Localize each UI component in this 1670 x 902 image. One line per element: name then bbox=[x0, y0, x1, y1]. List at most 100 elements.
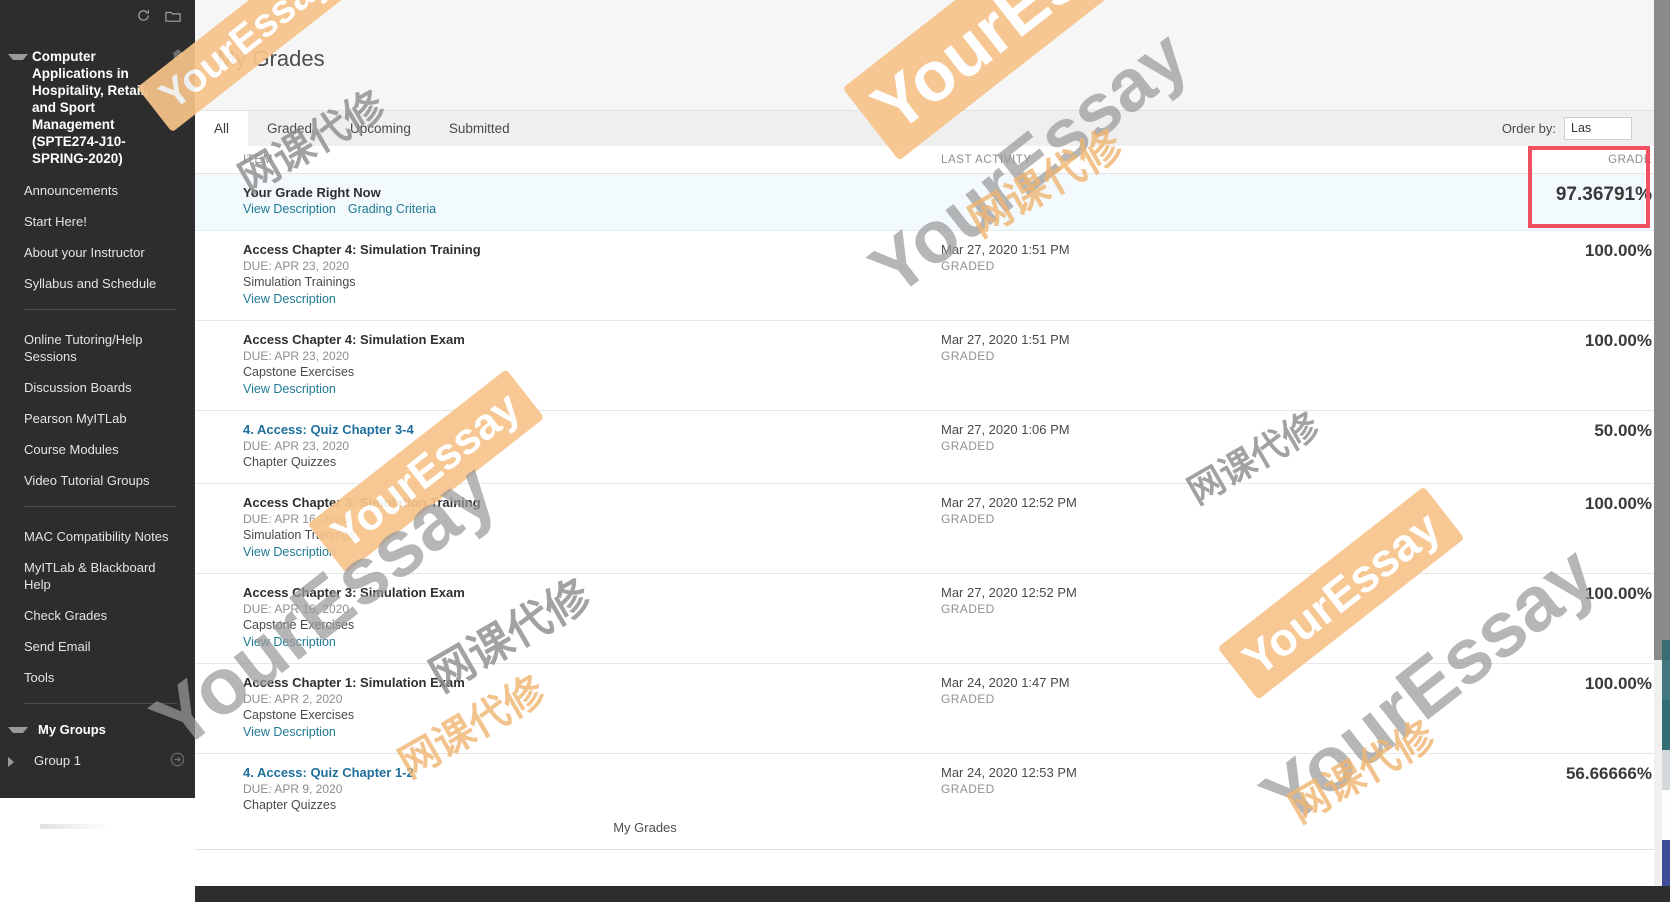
column-header-last-activity: LAST ACTIVITY bbox=[941, 153, 1032, 166]
course-title: Computer Applications in Hospitality, Re… bbox=[32, 49, 149, 166]
row-due-date: DUE: APR 16, 2020 bbox=[243, 512, 350, 526]
row-activity-state: GRADED bbox=[941, 782, 995, 796]
arrow-right-circle-icon[interactable] bbox=[170, 752, 185, 770]
row-grade-value: 100.00% bbox=[1584, 674, 1652, 693]
sidebar-section-my-groups[interactable]: My Groups bbox=[0, 714, 195, 745]
caret-right-icon[interactable] bbox=[8, 757, 24, 767]
row-grade-cell: 100.00% bbox=[1405, 584, 1670, 651]
sidebar-item-myitlab-blackboard-help[interactable]: MyITLab & Blackboard Help bbox=[0, 552, 195, 600]
row-due-date: DUE: APR 2, 2020 bbox=[243, 692, 343, 706]
total-grade-title: Your Grade Right Now bbox=[243, 185, 381, 200]
sidebar-item-course-modules[interactable]: Course Modules bbox=[0, 434, 195, 465]
row-category: Capstone Exercises bbox=[243, 365, 355, 379]
view-description-link[interactable]: View Description bbox=[243, 724, 336, 741]
content-footer: My Grades bbox=[195, 814, 1670, 850]
row-category: Chapter Quizzes bbox=[243, 455, 337, 469]
tab-all[interactable]: All bbox=[195, 111, 249, 146]
row-activity-state: GRADED bbox=[941, 259, 995, 273]
sidebar-toolbar bbox=[0, 0, 195, 34]
row-category: Simulation Trainings bbox=[243, 528, 356, 542]
sidebar-item-about-your-instructor[interactable]: About your Instructor bbox=[0, 237, 195, 268]
row-grade-cell: 100.00% bbox=[1405, 331, 1670, 398]
row-item-cell: Access Chapter 3: Simulation Training DUE… bbox=[195, 494, 935, 561]
table-row: Access Chapter 3: Simulation Exam DUE: AP… bbox=[195, 574, 1670, 664]
course-title-block[interactable]: Computer Applications in Hospitality, Re… bbox=[0, 34, 195, 171]
row-activity-cell: Mar 24, 2020 12:53 PM GRADED bbox=[935, 764, 1405, 814]
filter-tabbar: All Graded Upcoming Submitted Order by: … bbox=[195, 111, 1670, 147]
nav-group-course: Announcements Start Here! About your Ins… bbox=[0, 171, 195, 299]
row-grade-cell: 100.00% bbox=[1405, 494, 1670, 561]
tab-upcoming[interactable]: Upcoming bbox=[331, 111, 430, 146]
row-activity-date: Mar 27, 2020 12:52 PM bbox=[941, 585, 1077, 600]
table-row: Access Chapter 3: Simulation Training DUE… bbox=[195, 484, 1670, 574]
row-activity-state: GRADED bbox=[941, 439, 995, 453]
row-item-cell: Access Chapter 1: Simulation Exam DUE: AP… bbox=[195, 674, 935, 741]
application-window: Computer Applications in Hospitality, Re… bbox=[0, 0, 1670, 902]
page-scrollbar-thumb[interactable] bbox=[1654, 0, 1670, 660]
sidebar-item-group-1[interactable]: Group 1 bbox=[0, 745, 195, 777]
table-row: 4. Access: Quiz Chapter 3-4 DUE: APR 23, … bbox=[195, 411, 1670, 484]
tab-submitted[interactable]: Submitted bbox=[430, 111, 529, 146]
sidebar-item-discussion-boards[interactable]: Discussion Boards bbox=[0, 372, 195, 403]
course-menu-sidebar: Computer Applications in Hospitality, Re… bbox=[0, 0, 195, 850]
order-by-select[interactable]: Las bbox=[1564, 117, 1632, 140]
row-due-date: DUE: APR 23, 2020 bbox=[243, 259, 350, 273]
sidebar-item-tools[interactable]: Tools bbox=[0, 662, 195, 693]
row-grade-cell: 100.00% bbox=[1405, 674, 1670, 741]
view-description-link[interactable]: View Description bbox=[243, 634, 336, 651]
row-activity-cell: Mar 27, 2020 1:51 PM GRADED bbox=[935, 331, 1405, 398]
sidebar-ghost-text bbox=[40, 824, 110, 829]
sidebar-item-start-here[interactable]: Start Here! bbox=[0, 206, 195, 237]
folder-icon[interactable] bbox=[165, 9, 181, 26]
row-category: Simulation Trainings bbox=[243, 275, 356, 289]
grading-criteria-link[interactable]: Grading Criteria bbox=[348, 201, 436, 218]
grade-rows-container: Access Chapter 4: Simulation Training DUE… bbox=[195, 231, 1670, 814]
row-grade-value: 100.00% bbox=[1584, 331, 1652, 350]
sidebar-divider-3 bbox=[24, 703, 177, 704]
footer-label: My Grades bbox=[613, 820, 677, 835]
view-description-link[interactable]: View Description bbox=[243, 291, 336, 308]
sidebar-item-syllabus-and-schedule[interactable]: Syllabus and Schedule bbox=[0, 268, 195, 299]
row-due-date: DUE: APR 16, 2020 bbox=[243, 602, 350, 616]
footer-divider bbox=[195, 849, 1670, 850]
row-grade-value: 100.00% bbox=[1584, 584, 1652, 603]
tab-graded[interactable]: Graded bbox=[248, 111, 331, 146]
row-category: Chapter Quizzes bbox=[243, 798, 337, 812]
row-item-cell: Access Chapter 4: Simulation Exam DUE: AP… bbox=[195, 331, 935, 398]
sidebar-item-send-email[interactable]: Send Email bbox=[0, 631, 195, 662]
row-item-cell: 4. Access: Quiz Chapter 1-2 DUE: APR 9, 2… bbox=[195, 764, 935, 814]
total-grade-row: Your Grade Right Now View Description Gr… bbox=[195, 174, 1670, 231]
row-grade-cell: 50.00% bbox=[1405, 421, 1670, 471]
total-grade-value: 97.36791% bbox=[1555, 184, 1652, 205]
row-activity-date: Mar 27, 2020 12:52 PM bbox=[941, 495, 1077, 510]
total-grade-links: View Description Grading Criteria bbox=[243, 201, 935, 218]
row-due-date: DUE: APR 9, 2020 bbox=[243, 782, 343, 796]
sidebar-divider-1 bbox=[24, 309, 177, 310]
caret-down-icon[interactable] bbox=[8, 727, 28, 733]
sidebar-item-online-tutoring[interactable]: Online Tutoring/Help Sessions bbox=[0, 324, 195, 372]
sidebar-item-video-tutorial-groups[interactable]: Video Tutorial Groups bbox=[0, 465, 195, 496]
sidebar-item-announcements[interactable]: Announcements bbox=[0, 175, 195, 206]
view-description-link[interactable]: View Description bbox=[243, 544, 336, 561]
view-description-link[interactable]: View Description bbox=[243, 201, 336, 218]
caret-down-icon[interactable] bbox=[8, 54, 28, 60]
column-header-grade: GRADE bbox=[1608, 153, 1652, 166]
home-icon[interactable] bbox=[171, 48, 185, 64]
refresh-icon[interactable] bbox=[136, 8, 151, 26]
row-activity-state: GRADED bbox=[941, 512, 995, 526]
row-item-title: Access Chapter 4: Simulation Exam bbox=[243, 332, 465, 347]
group-1-label: Group 1 bbox=[34, 753, 81, 768]
row-item-title-link[interactable]: 4. Access: Quiz Chapter 1-2 bbox=[243, 764, 935, 781]
sidebar-item-mac-compatibility-notes[interactable]: MAC Compatibility Notes bbox=[0, 521, 195, 552]
table-column-headers: ITEM LAST ACTIVITY GRADE bbox=[195, 146, 1670, 174]
row-item-title-link[interactable]: 4. Access: Quiz Chapter 3-4 bbox=[243, 421, 935, 438]
my-groups-label: My Groups bbox=[38, 722, 106, 737]
row-activity-cell: Mar 27, 2020 12:52 PM GRADED bbox=[935, 584, 1405, 651]
column-header-item: ITEM bbox=[243, 153, 273, 166]
total-grade-value-cell: 97.36791% bbox=[1405, 184, 1670, 218]
sidebar-item-pearson-myitlab[interactable]: Pearson MyITLab bbox=[0, 403, 195, 434]
sidebar-item-check-grades[interactable]: Check Grades bbox=[0, 600, 195, 631]
view-description-link[interactable]: View Description bbox=[243, 381, 336, 398]
total-grade-activity-cell bbox=[935, 184, 1405, 218]
row-item-title: Access Chapter 3: Simulation Training bbox=[243, 495, 481, 510]
